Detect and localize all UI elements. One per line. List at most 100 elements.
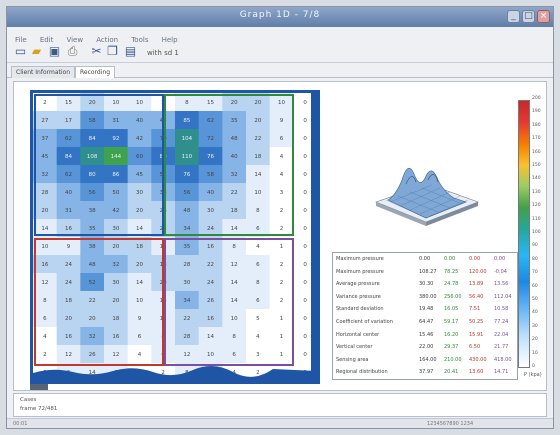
pressure-cell-value: 40 [231, 154, 238, 160]
pressure-cell-value: 35 [183, 244, 190, 250]
copy-icon[interactable]: ❐ [105, 44, 120, 59]
pressure-cell-value: 0 [303, 226, 307, 232]
scale-tick: 60 [532, 283, 538, 289]
zoom-text[interactable]: with sd 1 [147, 49, 179, 57]
pressure-cell-value: 62 [65, 172, 72, 178]
pressure-cell-value: 2 [280, 262, 284, 268]
pressure-cell-value: 76 [207, 154, 214, 160]
recording-panel: 2 15 20 10 10 2 8 15 20 20 10 0 27 17 58 31 40 45 85 62 35 20… [13, 81, 547, 391]
pressure-cell-value: 14 [207, 334, 214, 340]
paste-icon[interactable]: ▤ [123, 44, 138, 59]
pressure-cell-value: 104 [182, 136, 193, 142]
save-icon[interactable]: ▣ [47, 44, 62, 59]
pressure-cell-value: 31 [112, 118, 119, 124]
stats-value: 13.56 [494, 281, 509, 288]
color-scale-ticks: 200 190 180 170 160 150 140 130 120 110 … [532, 96, 548, 376]
pressure-cell-value: 30 [112, 280, 119, 286]
pressure-cell-value: 10 [41, 244, 48, 250]
pressure-cell-value: 31 [65, 208, 72, 214]
pressure-cell-value: 10 [207, 352, 214, 358]
stats-value: 120.00 [469, 268, 487, 275]
pressure-3d-surface [375, 167, 479, 226]
stats-row: Regional distribution 37.97 20.41 13.60 … [333, 367, 517, 378]
print-icon[interactable]: ⎙ [65, 44, 80, 59]
pressure-cell-value: 30 [136, 190, 143, 196]
pressure-cell-value: 45 [41, 154, 48, 160]
stats-value: 78.25 [444, 268, 459, 275]
pressure-cell-value: 20 [89, 316, 96, 322]
stats-value: 22.04 [494, 331, 509, 338]
stats-value: 256.00 [444, 293, 462, 300]
pressure-cell-value: 9 [67, 244, 71, 250]
stats-label: Regional distribution [336, 369, 388, 376]
pressure-cell-value: 58 [89, 118, 96, 124]
pressure-cell-value: 17 [65, 118, 72, 124]
stats-value: 29.37 [444, 344, 459, 351]
timeline-scroll-thumb[interactable] [30, 384, 48, 390]
maximize-button[interactable]: □ [522, 10, 535, 23]
close-button[interactable]: × [537, 10, 550, 23]
sensor-right-edge [311, 93, 317, 381]
pressure-cell-value: 4 [138, 352, 142, 358]
pressure-cell-value: 20 [65, 316, 72, 322]
statistics-table: Maximum pressure 0.00 0.00 0.00 0.00 Max… [332, 252, 518, 380]
scale-tick: 90 [532, 243, 538, 249]
stats-value: 20.41 [444, 369, 459, 376]
pressure-cell-value: 16 [207, 244, 214, 250]
pressure-cell-value: 30 [112, 226, 119, 232]
minimize-button[interactable]: _ [507, 10, 520, 23]
stats-value: 64.47 [419, 319, 434, 325]
pressure-cell-value: 92 [112, 136, 119, 142]
stats-value: 7.51 [469, 306, 481, 313]
pressure-cell-value: 18 [65, 298, 72, 304]
stats-value: -0.04 [494, 268, 507, 275]
pressure-cell-value: 0 [303, 190, 307, 196]
pressure-cell-value: 2 [280, 226, 284, 232]
pressure-cell-value: 6 [138, 334, 142, 340]
pressure-cell-value: 0 [303, 100, 307, 106]
tab-recording[interactable]: Recording [75, 66, 116, 78]
pressure-cell-value: 2 [256, 370, 260, 376]
pressure-cell-value: 5 [256, 316, 260, 322]
pressure-cell-value: 84 [65, 154, 72, 160]
color-scale-bar [518, 100, 530, 368]
new-file-icon[interactable]: ▭ [13, 44, 28, 59]
stats-value: 16.05 [444, 306, 459, 313]
pressure-cell-value: 1 [280, 244, 284, 250]
pressure-cell-value: 42 [112, 208, 119, 214]
pressure-cell-value: 16 [65, 334, 72, 340]
pressure-cell-value: 18 [254, 154, 261, 160]
pressure-cell-value: 32 [89, 334, 96, 340]
pressure-cell-value: 0 [303, 244, 307, 250]
scale-tick: 200 [532, 96, 541, 101]
open-folder-icon[interactable]: ▰ [29, 44, 44, 59]
tab-client-information[interactable]: Client Information [11, 66, 76, 78]
pressure-cell-value: 24 [65, 280, 72, 286]
pressure-cell-value: 0 [303, 352, 307, 358]
stats-label: Maximum pressure [336, 268, 384, 275]
pressure-cell-value: 40 [136, 118, 143, 124]
pressure-map[interactable]: 2 15 20 10 10 2 8 15 20 20 10 0 27 17 58 31 40 45 85 62 35 20… [30, 90, 320, 384]
pressure-cell-value: 10 [231, 316, 238, 322]
pressure-cell-value: 40 [65, 190, 72, 196]
pressure-cell-value: 18 [136, 244, 143, 250]
pressure-cell-value: 50 [112, 190, 119, 196]
stats-value: 430.00 [469, 356, 487, 363]
pressure-cell-value: 4 [256, 244, 260, 250]
scale-tick: 70 [532, 270, 538, 276]
pressure-cell-value: 20 [136, 262, 143, 268]
pressure-cell-value: 62 [207, 118, 214, 124]
info-line: frame 72/481 [20, 406, 58, 412]
title-bar[interactable]: Graph 1D - 7/8 _ □ × [7, 7, 553, 27]
pressure-cell-value: 34 [183, 226, 190, 232]
stats-label: Average pressure [336, 281, 380, 288]
scale-tick: 130 [532, 189, 541, 195]
pressure-cell-value: 12 [231, 262, 238, 268]
pressure-cell-value: 144 [111, 154, 122, 160]
stats-row: Horizontal center 15.46 16.20 15.91 22.0… [333, 330, 517, 341]
pressure-cell-value: 22 [254, 136, 261, 142]
cut-icon[interactable]: ✂ [89, 44, 104, 59]
pressure-cell-value: 14 [231, 280, 238, 286]
stats-row: Variance pressure 380.00 256.00 56.40 11… [333, 292, 517, 303]
pressure-cell-value: 80 [89, 172, 96, 178]
